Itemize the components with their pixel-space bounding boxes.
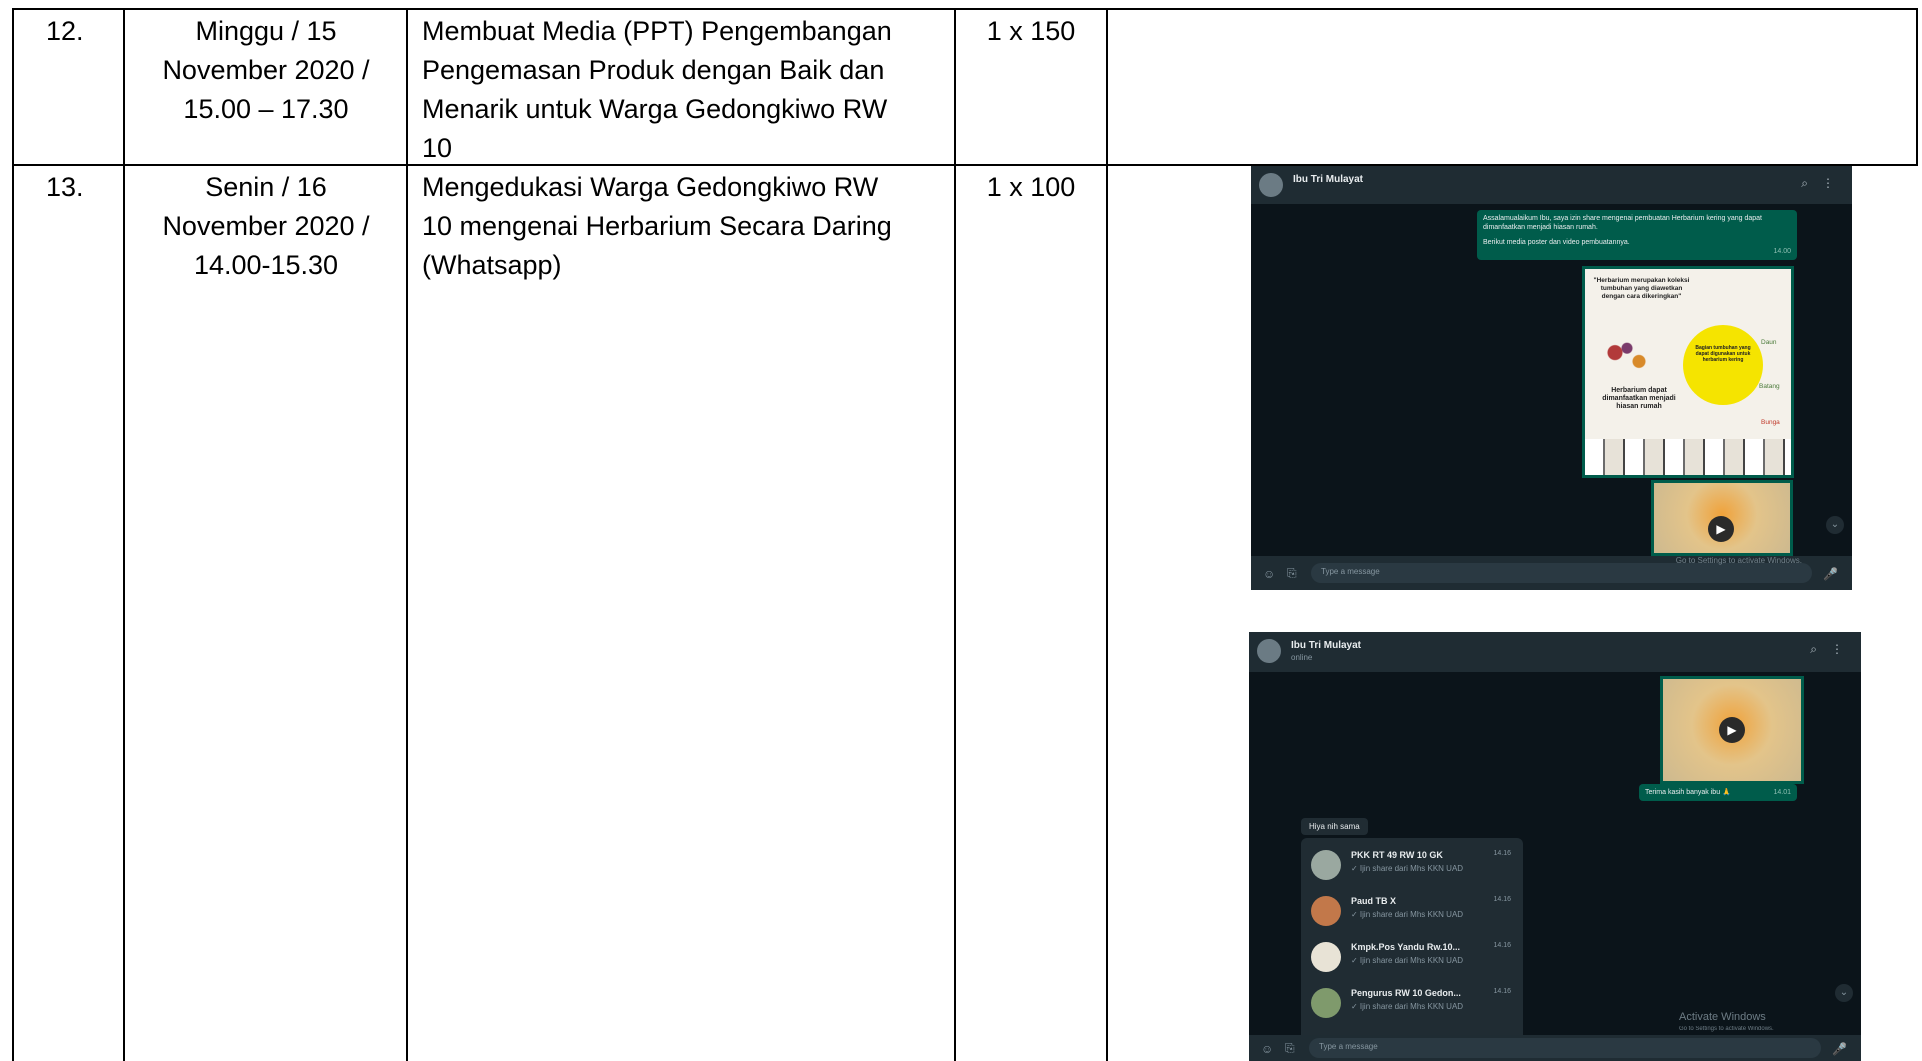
table-top-border	[12, 8, 1918, 10]
menu-icon: ⋮	[1822, 176, 1834, 190]
group-time: 14.16	[1493, 896, 1511, 903]
poster-frames	[1585, 439, 1791, 475]
group-avatar	[1311, 942, 1341, 972]
message-input[interactable]: Type a message	[1309, 1038, 1821, 1058]
poster-label: Batang	[1759, 383, 1780, 390]
list-item[interactable]: Pengurus RW 10 Gedon... ✓ Ijin share dar…	[1307, 982, 1517, 1022]
message-time: 14.00	[1773, 248, 1791, 255]
emoji-icon[interactable]: ☺	[1263, 567, 1275, 581]
menu-icon: ⋮	[1831, 642, 1843, 656]
outgoing-message: Terima kasih banyak ibu 🙏 14.01	[1639, 784, 1797, 801]
windows-watermark-title: Activate Windows	[1679, 1011, 1766, 1023]
group-time: 14.16	[1493, 988, 1511, 995]
search-icon: ⌕	[1801, 176, 1808, 190]
emoji-icon[interactable]: ☺	[1261, 1042, 1273, 1056]
message-time: 14.01	[1773, 789, 1791, 796]
input-placeholder: Type a message	[1319, 1042, 1378, 1051]
group-avatar	[1311, 850, 1341, 880]
message-input[interactable]: Type a message	[1311, 563, 1812, 583]
mic-icon[interactable]: 🎤	[1832, 1042, 1847, 1056]
windows-watermark-subtitle: Go to Settings to activate Windows.	[1679, 1026, 1774, 1032]
column-divider-volume	[1106, 8, 1108, 1061]
contact-name: Ibu Tri Mulayat	[1293, 174, 1364, 185]
row-volume: 1 x 150	[986, 16, 1076, 46]
poster-flowers	[1597, 335, 1657, 379]
row-activity: Mengedukasi Warga Gedongkiwo RW 10 menge…	[422, 172, 892, 280]
video-message: ▶	[1660, 676, 1804, 784]
contact-name: Ibu Tri Mulayat	[1291, 640, 1362, 651]
group-subtitle: ✓ Ijin share dari Mhs KKN UAD	[1351, 910, 1464, 919]
list-item[interactable]: PKK RT 49 RW 10 GK ✓ Ijin share dari Mhs…	[1307, 844, 1517, 884]
row-volume: 1 x 100	[986, 172, 1076, 202]
scroll-down-button[interactable]: ⌄	[1826, 516, 1844, 534]
mic-icon[interactable]: 🎤	[1823, 567, 1838, 581]
poster-circle	[1683, 325, 1763, 405]
chat-footer: ☺ ⎘ Type a message 🎤	[1249, 1035, 1861, 1061]
poster-label: Daun	[1761, 339, 1777, 346]
group-subtitle: ✓ Ijin share dari Mhs KKN UAD	[1351, 864, 1464, 873]
column-divider-activity	[954, 8, 956, 1061]
table-left-border	[12, 8, 14, 1061]
scroll-down-button[interactable]: ⌄	[1835, 984, 1853, 1002]
chat-header: Ibu Tri Mulayat online ⌕ ⋮	[1249, 632, 1861, 672]
search-icon: ⌕	[1810, 642, 1817, 656]
whatsapp-screenshot-1: Ibu Tri Mulayat ⌕ ⋮ Assalamualaikum Ibu,…	[1251, 166, 1852, 590]
herbarium-poster: "Herbarium merupakan koleksi tumbuhan ya…	[1582, 266, 1794, 478]
whatsapp-screenshot-2: Ibu Tri Mulayat online ⌕ ⋮ ▶ Terima kasi…	[1249, 632, 1861, 1061]
message-text: Assalamualaikum Ibu, saya izin share men…	[1483, 215, 1762, 231]
windows-watermark: Go to Settings to activate Windows.	[1675, 556, 1802, 565]
play-icon[interactable]: ▶	[1719, 717, 1745, 743]
avatar	[1257, 639, 1281, 663]
group-name: Paud TB X	[1351, 896, 1397, 906]
group-name: PKK RT 49 RW 10 GK	[1351, 850, 1443, 860]
row-number: 13.	[46, 172, 84, 202]
group-time: 14.16	[1493, 942, 1511, 949]
group-name: Kmpk.Pos Yandu Rw.10...	[1351, 942, 1461, 952]
group-subtitle: ✓ Ijin share dari Mhs KKN UAD	[1351, 956, 1464, 965]
forward-list: PKK RT 49 RW 10 GK ✓ Ijin share dari Mhs…	[1301, 838, 1523, 1050]
column-divider-date	[406, 8, 408, 1061]
video-message: ▶	[1651, 480, 1793, 556]
input-placeholder: Type a message	[1321, 567, 1380, 576]
avatar	[1259, 173, 1283, 197]
attach-icon[interactable]: ⎘	[1285, 1041, 1295, 1056]
chat-header: Ibu Tri Mulayat ⌕ ⋮	[1251, 166, 1852, 204]
poster-circle-text: Bagian tumbuhan yang dapat digunakan unt…	[1695, 345, 1751, 363]
row-date: Senin / 16 November 2020 / 14.00-15.30	[162, 172, 370, 280]
group-avatar	[1311, 896, 1341, 926]
attach-icon[interactable]: ⎘	[1287, 566, 1297, 581]
group-name: Pengurus RW 10 Gedon...	[1351, 988, 1461, 998]
poster-title: "Herbarium merupakan koleksi tumbuhan ya…	[1593, 277, 1690, 300]
contact-status: online	[1291, 653, 1313, 662]
row-activity: Membuat Media (PPT) Pengembangan Pengema…	[422, 16, 892, 163]
group-subtitle: ✓ Ijin share dari Mhs KKN UAD	[1351, 1002, 1464, 1011]
column-divider-number	[123, 8, 125, 1061]
list-item[interactable]: Kmpk.Pos Yandu Rw.10... ✓ Ijin share dar…	[1307, 936, 1517, 976]
outgoing-message: Assalamualaikum Ibu, saya izin share men…	[1477, 210, 1797, 260]
table-right-border	[1916, 8, 1918, 166]
row-number: 12.	[46, 16, 84, 46]
poster-bottom-text: Herbarium dapat dimanfaatkan menjadi hia…	[1602, 387, 1676, 410]
play-icon[interactable]: ▶	[1708, 516, 1734, 542]
message-text: Terima kasih banyak ibu 🙏	[1645, 789, 1731, 796]
group-time: 14.16	[1493, 850, 1511, 857]
list-item[interactable]: Paud TB X ✓ Ijin share dari Mhs KKN UAD …	[1307, 890, 1517, 930]
group-avatar	[1311, 988, 1341, 1018]
row-date: Minggu / 15 November 2020 / 15.00 – 17.3…	[162, 16, 370, 124]
forward-header: Hiya nih sama	[1301, 818, 1368, 835]
message-text-2: Berikut media poster dan video pembuatan…	[1483, 239, 1630, 246]
poster-label: Bunga	[1761, 419, 1780, 426]
